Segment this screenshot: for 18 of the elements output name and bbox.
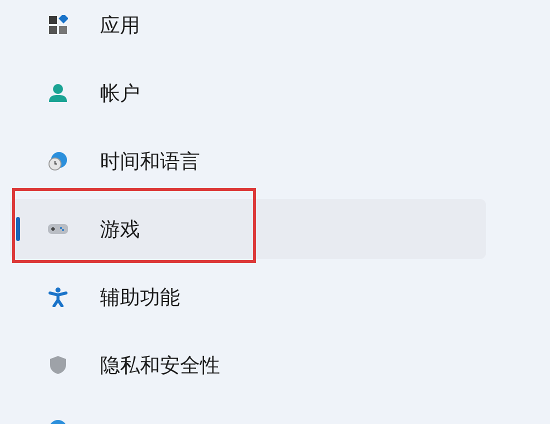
- item-label: 隐私和安全性: [100, 352, 220, 379]
- apps-icon: [48, 15, 68, 35]
- item-label: 辅助功能: [100, 284, 180, 311]
- item-label: 帐户: [100, 80, 140, 107]
- sidebar-item[interactable]: 辅助功能: [10, 267, 486, 327]
- person-icon: [48, 83, 68, 103]
- item-label: 时间和语言: [100, 148, 200, 175]
- sidebar-item[interactable]: 隐私和安全性: [10, 335, 486, 395]
- globe-clock-icon: [48, 151, 68, 171]
- sidebar-item[interactable]: 应用: [10, 0, 486, 55]
- sidebar-item[interactable]: 时间和语言: [10, 131, 486, 191]
- selection-indicator: [16, 217, 20, 241]
- sidebar-item[interactable]: 游戏: [10, 199, 486, 259]
- sidebar-item[interactable]: 帐户: [10, 63, 486, 123]
- item-label: 游戏: [100, 216, 140, 243]
- item-label: 应用: [100, 12, 140, 39]
- shield-icon: [48, 355, 68, 375]
- accessibility-icon: [48, 287, 68, 307]
